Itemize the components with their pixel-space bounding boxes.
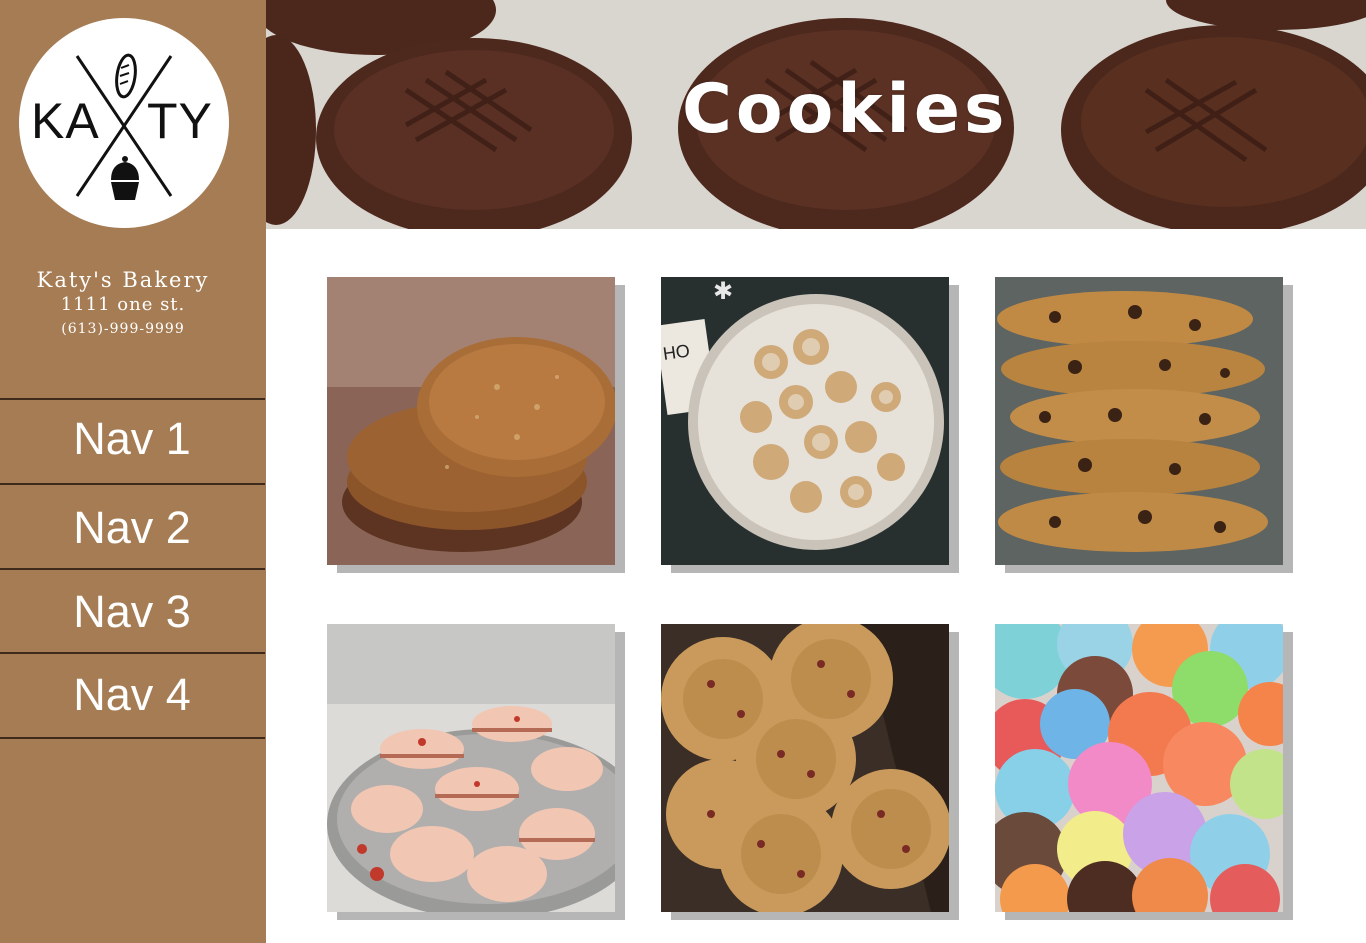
- cupcake-icon: [111, 156, 139, 200]
- product-tile-holiday-cookies[interactable]: HO ✱: [661, 277, 949, 565]
- peach-macarons-image: [327, 624, 615, 912]
- bakery-address: 1111 one st.: [60, 294, 186, 315]
- logo-left-text: KA: [31, 93, 100, 149]
- bakery-info: Katy's Bakery 1111 one st. (613)-999-999…: [0, 268, 246, 337]
- product-tile-oatmeal-cookies[interactable]: [327, 277, 615, 565]
- logo-right-text: TY: [147, 93, 213, 149]
- nav-divider: [0, 483, 265, 485]
- product-tile-peach-macarons[interactable]: [327, 624, 615, 912]
- nav-divider: [0, 737, 265, 739]
- chocolate-chip-cookies-image: [995, 277, 1283, 565]
- bakery-name: Katy's Bakery: [36, 268, 210, 292]
- nav-divider: [0, 652, 265, 654]
- nav-item-2[interactable]: Nav 2: [0, 505, 264, 550]
- nav-divider: [0, 398, 265, 400]
- product-tile-chocolate-chip-cookies[interactable]: [995, 277, 1283, 565]
- bread-icon: [115, 53, 137, 99]
- header-banner: Cookies: [266, 0, 1366, 229]
- bakery-logo[interactable]: KA TY: [19, 18, 229, 228]
- snowflake-icon: ✱: [713, 277, 733, 305]
- cranberry-cookies-image: [661, 624, 949, 912]
- nav-divider: [0, 568, 265, 570]
- page-title: Cookies: [682, 70, 1009, 149]
- product-tile-colorful-macarons[interactable]: [995, 624, 1283, 912]
- holiday-cookies-image: HO ✱: [661, 277, 949, 565]
- nav-item-4[interactable]: Nav 4: [0, 672, 264, 717]
- nav-item-3[interactable]: Nav 3: [0, 589, 264, 634]
- oatmeal-cookies-image: [327, 277, 615, 565]
- bakery-phone: (613)-999-9999: [61, 321, 185, 337]
- sign-text: HO: [662, 340, 692, 364]
- colorful-macarons-image: [995, 624, 1283, 912]
- nav-item-1[interactable]: Nav 1: [0, 416, 264, 461]
- product-tile-cranberry-cookies[interactable]: [661, 624, 949, 912]
- sidebar: KA TY Katy's Bakery 1111 one st. (613)-9…: [0, 0, 266, 943]
